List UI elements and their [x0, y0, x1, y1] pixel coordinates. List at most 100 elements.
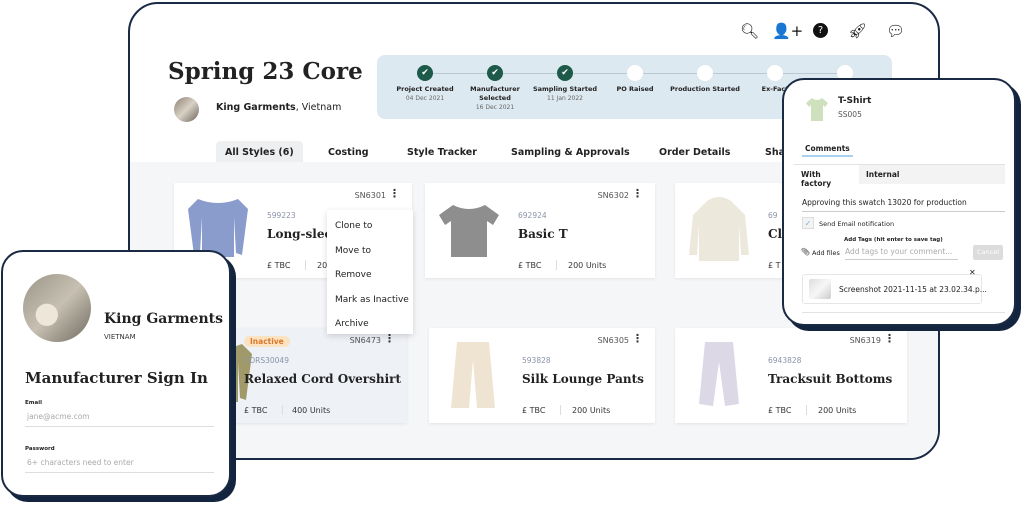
paperclip-icon[interactable]: 📎︎ [801, 248, 810, 256]
style-card[interactable]: SN6305 ⋮ 593828 Silk Lounge Pants £ TBC … [429, 328, 655, 423]
tab-1[interactable]: Costing [319, 141, 378, 164]
tshirt-thumbnail [806, 98, 828, 121]
password-field[interactable]: 6+ characters need to enter [25, 456, 214, 473]
tags-label: Add Tags (hit enter to save tag) [844, 237, 943, 243]
units: 200 Units [568, 261, 607, 270]
price: £ TBC [768, 406, 792, 415]
menu-item-archive[interactable]: Archive [327, 312, 413, 337]
signin-title: Manufacturer Sign In [25, 369, 208, 387]
price: £ TBC [518, 261, 542, 270]
check-circle-icon: ✔ [417, 65, 433, 81]
empty-circle-icon [767, 65, 783, 81]
manufacturer-country: VIETNAM [104, 333, 136, 341]
attachment-thumbnail [809, 279, 831, 299]
manufacturer-name: King Garments [104, 311, 223, 327]
style-code: 69 [768, 211, 778, 220]
garment-image [439, 205, 499, 257]
cancel-button[interactable]: Cancel [973, 245, 1003, 260]
style-code: 593828 [522, 356, 551, 365]
garment-image [689, 197, 749, 261]
step: ✔ Sampling Started 11 Jan 2022 [525, 65, 605, 103]
style-code: 692924 [518, 211, 547, 220]
price: £ T [768, 261, 781, 270]
tab-0[interactable]: All Styles (6) [216, 141, 303, 164]
style-number: SN6473 [349, 336, 381, 345]
units: 20 [317, 261, 328, 270]
status-badge: Inactive [244, 336, 290, 347]
step-date: 11 Jan 2022 [547, 95, 583, 102]
email-field[interactable]: jane@acme.com [25, 410, 214, 427]
step: PO Raised [595, 65, 675, 94]
style-name: Basic T [518, 227, 568, 241]
comment-input[interactable]: Approving this swatch 13020 for producti… [802, 198, 1005, 212]
divider [802, 312, 1005, 313]
tab-3[interactable]: Sampling & Approvals [502, 141, 639, 164]
style-card[interactable]: Inactive SN6473 ⋮ CORS30049 Relaxed Cord… [177, 328, 407, 423]
divider [556, 260, 557, 270]
search-icon[interactable]: 🔍︎ [740, 22, 759, 40]
style-name: Relaxed Cord Overshirt [244, 372, 402, 386]
menu-item-move[interactable]: Move to [327, 239, 413, 264]
style-code: 599223 [267, 211, 296, 220]
help-icon[interactable]: ? [813, 23, 828, 38]
step-label: Project Created [396, 85, 454, 93]
menu-item-mark-inactive[interactable]: Mark as Inactive [327, 288, 413, 313]
units: 200 Units [572, 406, 611, 415]
manufacturer-photo [23, 274, 91, 342]
more-options-icon[interactable]: ⋮ [632, 187, 643, 200]
check-circle-icon: ✔ [557, 65, 573, 81]
divider [305, 260, 306, 270]
rocket-icon[interactable]: 🚀︎ [848, 22, 867, 40]
manufacturer-line: King Garments, Vietnam [216, 102, 341, 113]
card-context-menu: Clone to Move to Remove Mark as Inactive… [327, 210, 413, 334]
comment-panel: T-Shirt SS005 Comments With factory Inte… [782, 78, 1016, 326]
price: £ TBC [244, 406, 268, 415]
add-user-icon[interactable]: 👤+ [772, 22, 803, 40]
style-card[interactable]: SN6302 ⋮ 692924 Basic T £ TBC 200 Units [425, 183, 655, 278]
divider [560, 405, 561, 415]
style-code: CORS30049 [244, 356, 289, 365]
tags-input[interactable]: Add tags to your comment... [845, 247, 958, 260]
step: Production Started [665, 65, 745, 94]
tab-with-factory[interactable]: With factory [794, 165, 859, 188]
more-options-icon[interactable]: ⋮ [389, 187, 400, 200]
page-title: Spring 23 Core [168, 58, 363, 85]
empty-circle-icon [697, 65, 713, 81]
item-code: SS005 [838, 110, 862, 119]
empty-circle-icon [627, 65, 643, 81]
price: £ TBC [267, 261, 291, 270]
garment-image [451, 342, 495, 408]
step: ✔ Project Created 04 Dec 2021 [385, 65, 465, 103]
style-number: SN6319 [849, 336, 881, 345]
remove-attachment-icon[interactable]: ✕ [969, 268, 976, 277]
tab-2[interactable]: Style Tracker [398, 141, 486, 164]
menu-item-clone[interactable]: Clone to [327, 214, 413, 239]
step-label: Production Started [670, 85, 740, 93]
signin-panel: King Garments VIETNAM Manufacturer Sign … [1, 250, 231, 497]
chat-icon[interactable]: 💬︎ [886, 22, 905, 40]
tab-4[interactable]: Order Details [650, 141, 739, 164]
price: £ TBC [522, 406, 546, 415]
style-number: SN6305 [597, 336, 629, 345]
attachment-name: Screenshot 2021-11-15 at 23.02.34.p... [839, 285, 987, 294]
tab-internal[interactable]: Internal [866, 170, 899, 179]
manufacturer-country: , Vietnam [295, 102, 342, 113]
password-label: Password [25, 446, 55, 452]
style-code: 6943828 [768, 356, 802, 365]
avatar [174, 97, 199, 122]
attachment[interactable]: Screenshot 2021-11-15 at 23.02.34.p... [802, 274, 987, 304]
menu-item-remove[interactable]: Remove [327, 263, 413, 288]
garment-image [699, 342, 739, 406]
step-label: Sampling Started [532, 85, 598, 93]
style-card[interactable]: SN6319 ⋮ 6943828 Tracksuit Bottoms £ TBC… [675, 328, 907, 423]
more-options-icon[interactable]: ⋮ [632, 332, 643, 345]
step-date: 16 Dec 2021 [475, 104, 515, 111]
item-name: T-Shirt [838, 96, 872, 106]
send-email-checkbox[interactable]: ✓ [802, 217, 814, 229]
style-name: Cl [768, 227, 783, 241]
comments-tab[interactable]: Comments [802, 144, 853, 157]
more-options-icon[interactable]: ⋮ [884, 332, 895, 345]
add-files-button[interactable]: Add files [812, 249, 840, 257]
check-circle-icon: ✔ [487, 65, 503, 81]
manufacturer-name[interactable]: King Garments [216, 102, 296, 113]
